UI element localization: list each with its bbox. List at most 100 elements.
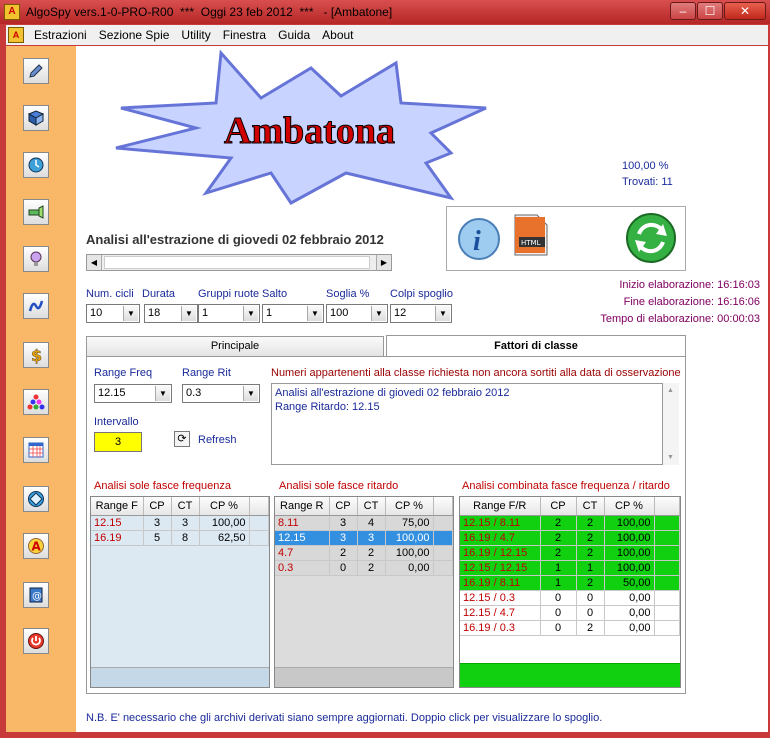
- memo-scrollbar[interactable]: ▲ ▼: [663, 383, 679, 465]
- table-row[interactable]: 16.19 / 0.3 0 2 0,00: [460, 620, 680, 636]
- app-icon: A: [4, 4, 20, 20]
- gruppi-ruote-select[interactable]: 1 ▼: [198, 304, 260, 323]
- letter-a-icon[interactable]: A: [23, 533, 49, 559]
- grid-rit[interactable]: Range R CP CT CP % 8.11 3 4 75,00 12.15 3 3 100,0…: [274, 496, 454, 688]
- grid-comb-header[interactable]: Range F/R: [460, 497, 541, 516]
- grid-freq-header[interactable]: CP: [143, 497, 172, 516]
- elapsed-time-label: Tempo di elaborazione: 00:00:03: [600, 313, 760, 325]
- grid-rit-header[interactable]: Range R: [275, 497, 330, 516]
- minimize-button[interactable]: –: [670, 2, 696, 20]
- ambatona-logo-image: Ambatona: [115, 49, 487, 205]
- scroll-left-arrow[interactable]: ◀: [87, 255, 102, 270]
- table-row-selected[interactable]: 12.15 3 3 100,00: [275, 530, 453, 546]
- range-freq-select[interactable]: 12.15 ▼: [94, 384, 172, 403]
- scroll-right-arrow[interactable]: ▶: [376, 255, 391, 270]
- dollar-icon[interactable]: $: [23, 342, 49, 368]
- range-freq-label: Range Freq: [94, 367, 153, 379]
- grid-comb-header[interactable]: CP %: [604, 497, 655, 516]
- salto-label: Salto: [262, 288, 288, 300]
- mdi-app-icon[interactable]: A: [8, 27, 24, 43]
- memo-textbox[interactable]: Analisi all'estrazione di giovedi 02 feb…: [271, 383, 663, 465]
- sidebar-toolbar: $ A @: [6, 46, 76, 732]
- scroll-down-arrow[interactable]: ▼: [667, 454, 674, 461]
- grid-rit-header[interactable]: CP %: [385, 497, 434, 516]
- info-icon[interactable]: i: [457, 217, 501, 261]
- table-row[interactable]: 0.3 0 2 0,00: [275, 560, 453, 576]
- analysis-title: Analisi all'estrazione di giovedi 02 feb…: [86, 232, 384, 247]
- lottery-balls-icon[interactable]: [23, 293, 49, 319]
- menu-finestra[interactable]: Finestra: [217, 28, 272, 42]
- grid-freq-title: Analisi sole fasce frequenza: [94, 480, 231, 492]
- colpi-spoglio-label: Colpi spoglio: [390, 288, 453, 300]
- table-row[interactable]: 4.7 2 2 100,00: [275, 545, 453, 561]
- table-row[interactable]: 8.11 3 4 75,00: [275, 515, 453, 531]
- pencil-icon[interactable]: [23, 58, 49, 84]
- triangle-balls-icon[interactable]: [23, 389, 49, 415]
- table-row[interactable]: 12.15 / 12.15 1 1 100,00: [460, 560, 680, 576]
- memo-label: Numeri appartenenti alla classe richiest…: [271, 367, 681, 379]
- refresh-icon[interactable]: ⟳: [174, 431, 190, 447]
- clock-icon[interactable]: [23, 152, 49, 178]
- maximize-button[interactable]: ☐: [697, 2, 723, 20]
- table-row[interactable]: 16.19 / 8.11 1 2 50,00: [460, 575, 680, 591]
- menu-guida[interactable]: Guida: [272, 28, 316, 42]
- range-rit-select[interactable]: 0.3 ▼: [182, 384, 260, 403]
- table-row[interactable]: 16.19 / 12.15 2 2 100,00: [460, 545, 680, 561]
- grid-rit-header[interactable]: CT: [357, 497, 386, 516]
- tab-principale[interactable]: Principale: [86, 336, 384, 356]
- html-export-icon[interactable]: HTML: [511, 213, 551, 257]
- end-time-label: Fine elaborazione: 16:16:06: [623, 296, 760, 308]
- svg-text:@: @: [32, 591, 42, 602]
- menu-estrazioni[interactable]: Estrazioni: [28, 28, 93, 42]
- durata-select[interactable]: 18 ▼: [144, 304, 198, 323]
- window-bottom-border: [6, 732, 768, 738]
- table-row[interactable]: 12.15 / 4.7 0 0 0,00: [460, 605, 680, 621]
- refresh-label[interactable]: Refresh: [198, 434, 237, 446]
- scroll-thumb[interactable]: [104, 256, 370, 269]
- percent-label: 100,00 %: [622, 160, 669, 172]
- table-row[interactable]: 16.19 5 8 62,50: [91, 530, 269, 546]
- num-cicli-select[interactable]: 10 ▼: [86, 304, 140, 323]
- table-row[interactable]: 12.15 3 3 100,00: [91, 515, 269, 531]
- table-row[interactable]: 12.15 / 8.11 2 2 100,00: [460, 515, 680, 531]
- table-row[interactable]: 12.15 / 0.3 0 0 0,00: [460, 590, 680, 606]
- scroll-up-arrow[interactable]: ▲: [667, 387, 674, 394]
- calendar-grid-icon[interactable]: [23, 437, 49, 463]
- grid-freq-header[interactable]: CT: [171, 497, 200, 516]
- grid-freq-header[interactable]: Range F: [91, 497, 144, 516]
- power-icon[interactable]: [23, 628, 49, 654]
- logo-text: Ambatona: [224, 110, 395, 152]
- chevron-down-icon: ▼: [307, 306, 322, 321]
- grid-freq[interactable]: Range F CP CT CP % 12.15 3 3 100,00 16.19 5 8 62,…: [90, 496, 270, 688]
- svg-text:HTML: HTML: [521, 239, 541, 247]
- menu-about[interactable]: About: [316, 28, 359, 42]
- date-scrollbar[interactable]: ◀ ▶: [86, 254, 392, 271]
- colpi-spoglio-select[interactable]: 12 ▼: [390, 304, 452, 323]
- chevron-down-icon: ▼: [155, 386, 170, 401]
- fattori-tab-panel: Range Freq 12.15 ▼ Range Rit 0.3 ▼ Interva…: [86, 356, 686, 694]
- grid-freq-header[interactable]: CP %: [199, 497, 250, 516]
- grid-rit-header[interactable]: CP: [329, 497, 358, 516]
- intervallo-input[interactable]: 3: [94, 432, 142, 452]
- chevron-down-icon: ▼: [181, 306, 196, 321]
- diamond-icon[interactable]: [23, 486, 49, 512]
- tab-fattori-di-classe[interactable]: Fattori di classe: [386, 335, 686, 357]
- address-book-icon[interactable]: @: [23, 582, 49, 608]
- table-row[interactable]: 16.19 / 4.7 2 2 100,00: [460, 530, 680, 546]
- grid-freq-footer: [91, 667, 269, 687]
- flashlight-icon[interactable]: [23, 199, 49, 225]
- menu-bar: A Estrazioni Sezione Spie Utility Finest…: [6, 25, 768, 45]
- grid-comb-header[interactable]: CT: [576, 497, 605, 516]
- soglia-label: Soglia %: [326, 288, 370, 300]
- title-bar: A AlgoSpy vers.1-0-PRO-R00 *** Oggi 23 f…: [0, 0, 770, 24]
- grid-comb-header[interactable]: CP: [540, 497, 577, 516]
- close-button[interactable]: ✕: [724, 2, 766, 20]
- lightbulb-icon[interactable]: [23, 246, 49, 272]
- grid-combined[interactable]: Range F/R CP CT CP % 12.15 / 8.11 2 2 100,00 1…: [459, 496, 681, 688]
- soglia-select[interactable]: 100 ▼: [326, 304, 388, 323]
- refresh-green-icon[interactable]: [625, 212, 677, 264]
- menu-sezione-spie[interactable]: Sezione Spie: [93, 28, 176, 42]
- book-icon[interactable]: [23, 105, 49, 131]
- salto-select[interactable]: 1 ▼: [262, 304, 324, 323]
- menu-utility[interactable]: Utility: [175, 28, 216, 42]
